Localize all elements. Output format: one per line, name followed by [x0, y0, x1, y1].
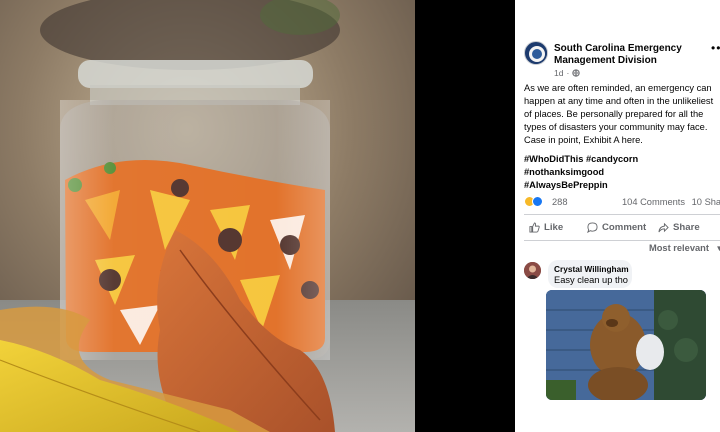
comment-author[interactable]: Crystal Willingham [554, 264, 629, 274]
comment-bubble: Crystal Willingham Easy clean up tho [548, 260, 632, 288]
comment-label: Comment [602, 222, 647, 233]
post-meta: 1d · [554, 68, 580, 78]
share-icon [658, 222, 669, 233]
avatar-photo [524, 262, 541, 279]
seal-icon [526, 43, 547, 64]
globe-icon [572, 69, 580, 77]
post-body-line: As we are often reminded, an emergency c… [524, 83, 712, 93]
comment-text: Easy clean up tho [554, 275, 628, 285]
like-icon [532, 196, 543, 207]
more-options-icon[interactable]: ••• [711, 42, 720, 54]
gif-image [546, 290, 706, 400]
thumbs-up-icon [529, 222, 540, 233]
commenter-avatar[interactable] [524, 262, 541, 279]
post-actions: Like Comment Share [524, 219, 720, 239]
post-body-line: of places. Be personally prepared for al… [524, 109, 704, 119]
hashtag-line[interactable]: #WhoDidThis #candycorn #nothanksimgood [524, 153, 716, 179]
reaction-icons[interactable] [524, 196, 543, 207]
comment-share-counts: 104 Comments 10 Shares [622, 197, 720, 207]
sort-dropdown[interactable]: Most relevant ▼ [649, 243, 720, 253]
comment-button[interactable]: Comment [587, 222, 646, 233]
meta-dot: · [566, 68, 570, 78]
post-photo[interactable] [0, 0, 415, 432]
post-header: South Carolina Emergency Management Divi… [524, 40, 720, 80]
like-button[interactable]: Like [529, 222, 563, 233]
post-body-line: types of disasters your community may fa… [524, 122, 708, 132]
post-panel: South Carolina Emergency Management Divi… [515, 0, 720, 432]
divider [524, 214, 720, 215]
hashtag-line[interactable]: #AlwaysBePreppin [524, 179, 716, 192]
share-button[interactable]: Share [658, 222, 700, 233]
post-body-line: happen at any time and often in the unli… [524, 96, 714, 106]
page-avatar[interactable] [524, 41, 548, 65]
share-count[interactable]: 10 Shares [692, 197, 720, 207]
photo-viewer [0, 0, 515, 432]
like-label: Like [544, 222, 564, 233]
comment-icon [587, 222, 598, 233]
page-name[interactable]: South Carolina Emergency Management Divi… [554, 43, 696, 67]
post-stats: 288 104 Comments 10 Shares [524, 195, 720, 209]
sort-label: Most relevant [649, 243, 709, 253]
chevron-down-icon: ▼ [715, 244, 720, 253]
share-label: Share [673, 222, 700, 233]
post-time[interactable]: 1d [554, 68, 563, 78]
comment-count[interactable]: 104 Comments [622, 197, 685, 207]
divider [524, 240, 720, 241]
post-body: As we are often reminded, an emergency c… [524, 82, 716, 147]
reaction-count[interactable]: 288 [552, 197, 568, 207]
post-body-line: Case in point, Exhibit A here. [524, 135, 643, 145]
comment-gif[interactable] [546, 290, 706, 400]
post-hashtags: #WhoDidThis #candycorn #nothanksimgood #… [524, 153, 716, 192]
